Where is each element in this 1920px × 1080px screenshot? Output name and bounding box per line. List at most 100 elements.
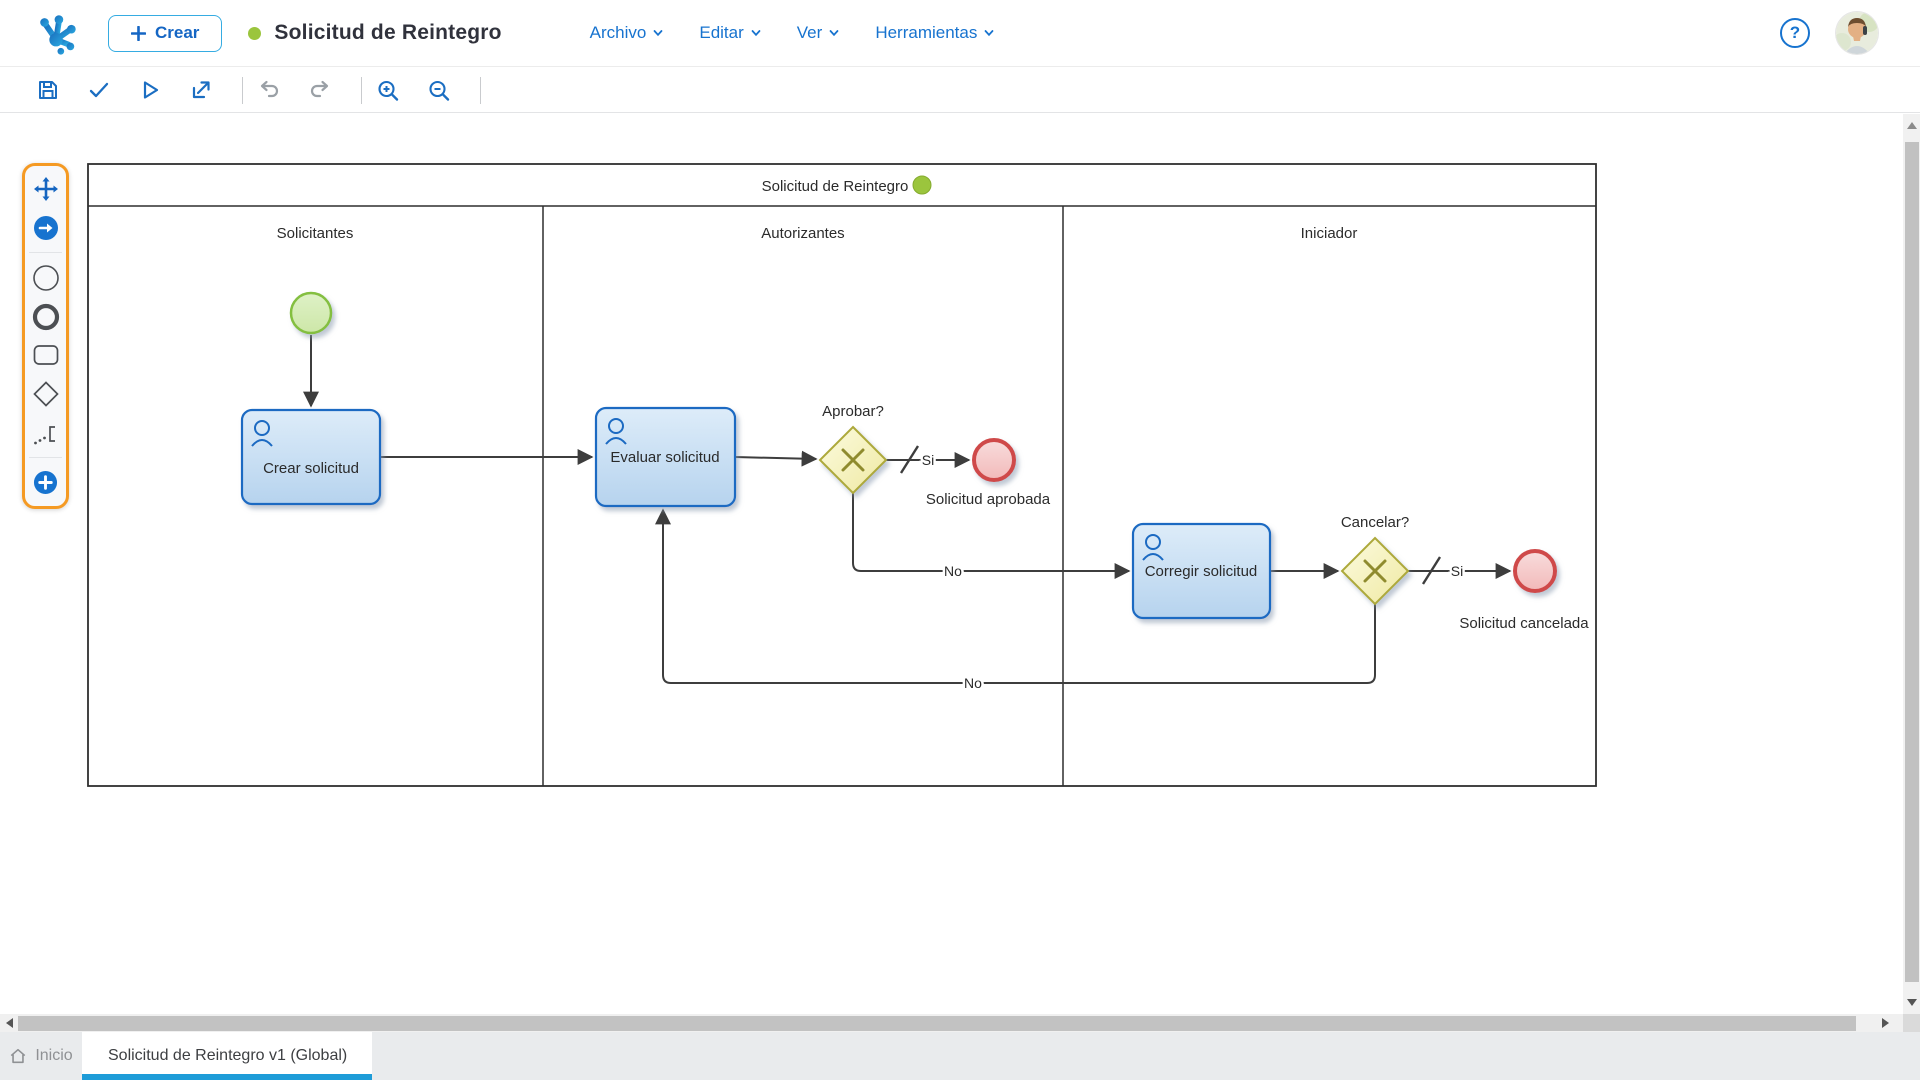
plus-icon <box>131 25 146 41</box>
menu-bar: Archivo Editar Ver Herramientas <box>590 23 995 43</box>
pool-status-dot <box>912 175 932 195</box>
end-event-cancelada-label: Solicitud cancelada <box>1459 615 1589 632</box>
play-icon <box>143 81 159 99</box>
zoom-in-button[interactable] <box>376 78 400 102</box>
scrollbar-corner <box>1903 1014 1920 1032</box>
gateway-cancelar[interactable] <box>1340 536 1410 606</box>
create-button-label: Crear <box>155 23 200 42</box>
gateway-icon <box>32 381 59 407</box>
scroll-down-arrow-icon[interactable] <box>1907 999 1917 1006</box>
task-label: Corregir solicitud <box>1145 563 1258 580</box>
vertical-scrollbar-thumb[interactable] <box>1904 142 1919 982</box>
save-button[interactable] <box>36 78 60 102</box>
gateway-cancelar-label: Cancelar? <box>1341 514 1409 531</box>
create-button[interactable]: Crear <box>108 14 223 52</box>
task-label: Evaluar solicitud <box>610 449 719 466</box>
plus-circle-icon <box>33 471 58 495</box>
flow-label-si: Si <box>922 452 934 468</box>
menu-herramientas[interactable]: Herramientas <box>875 23 994 43</box>
end-event-icon <box>32 303 59 330</box>
undo-button[interactable] <box>257 78 281 102</box>
help-button[interactable]: ? <box>1780 18 1810 48</box>
end-event-tool-button[interactable] <box>32 303 60 331</box>
move-icon <box>33 177 58 201</box>
save-icon <box>39 81 57 99</box>
flow-label-no: No <box>964 675 982 691</box>
redo-icon <box>310 80 329 98</box>
move-tool-button[interactable] <box>32 175 60 203</box>
document-tab-bar: Inicio Solicitud de Reintegro v1 (Global… <box>0 1032 1920 1080</box>
home-icon <box>11 1048 26 1064</box>
horizontal-scrollbar[interactable] <box>0 1014 1903 1032</box>
validate-button[interactable] <box>87 78 111 102</box>
check-icon <box>89 82 109 98</box>
task-crear-solicitud[interactable]: Crear solicitud <box>240 408 382 506</box>
lane-solicitantes-label: Solicitantes <box>277 225 354 242</box>
start-event-icon <box>32 265 59 291</box>
tab-solicitud-de-reintegro[interactable]: Solicitud de Reintegro v1 (Global) <box>82 1032 372 1080</box>
end-event-cancelada[interactable] <box>1513 549 1557 593</box>
gateway-aprobar[interactable] <box>818 425 888 495</box>
tab-inicio-label: Inicio <box>35 1047 73 1064</box>
user-avatar[interactable] <box>1836 12 1878 54</box>
active-tab-underline <box>82 1074 372 1080</box>
menu-ver[interactable]: Ver <box>797 23 840 43</box>
chevron-down-icon <box>829 30 839 37</box>
start-event[interactable] <box>289 291 333 335</box>
redo-button[interactable] <box>308 78 332 102</box>
menu-ver-label: Ver <box>796 23 823 42</box>
add-element-button[interactable] <box>32 469 60 497</box>
lane-autorizantes-label: Autorizantes <box>761 225 844 242</box>
gateway-tool-button[interactable] <box>32 380 60 408</box>
sequence-flow-icon <box>33 215 58 240</box>
start-event-tool-button[interactable] <box>32 264 60 292</box>
menu-editar-label: Editar <box>699 23 744 42</box>
menu-archivo-label: Archivo <box>589 23 647 42</box>
chevron-down-icon <box>984 30 994 37</box>
sequence-flows <box>303 335 1512 684</box>
process-status-dot <box>248 26 262 40</box>
pool-title: Solicitud de Reintegro <box>762 178 909 195</box>
flow-evaluar-to-aprobar[interactable] <box>734 450 818 467</box>
end-event-aprobada[interactable] <box>972 438 1016 482</box>
task-evaluar-solicitud[interactable]: Evaluar solicitud <box>594 406 737 508</box>
horizontal-scrollbar-thumb[interactable] <box>18 1015 1856 1031</box>
annotation-tool-button[interactable] <box>32 419 60 447</box>
menu-archivo[interactable]: Archivo <box>590 23 664 43</box>
process-title: Solicitud de Reintegro <box>274 21 502 44</box>
flow-label-si: Si <box>1451 563 1463 579</box>
tab-inicio[interactable]: Inicio <box>0 1032 82 1080</box>
palette-separator <box>29 252 62 254</box>
export-icon <box>192 81 210 99</box>
task-icon <box>33 345 58 366</box>
toolbar-separator <box>242 76 243 104</box>
palette-separator <box>29 457 62 459</box>
menu-herramientas-label: Herramientas <box>875 23 978 42</box>
task-tool-button[interactable] <box>32 341 60 369</box>
diagram-canvas[interactable]: Solicitud de Reintegro Solicitantes Auto… <box>0 114 1903 1014</box>
flow-label-no: No <box>944 563 962 579</box>
run-button[interactable] <box>138 78 162 102</box>
avatar-photo <box>1836 12 1878 54</box>
shape-palette <box>22 163 69 509</box>
vertical-scrollbar[interactable] <box>1903 114 1920 1014</box>
export-button[interactable] <box>189 78 213 102</box>
menu-editar[interactable]: Editar <box>699 23 761 43</box>
editor-toolbar <box>0 68 1920 113</box>
scroll-right-arrow-icon[interactable] <box>1882 1018 1889 1028</box>
task-label: Crear solicitud <box>263 460 359 477</box>
zoom-out-icon <box>429 80 450 101</box>
zoom-in-icon <box>378 80 399 101</box>
zoom-out-button[interactable] <box>427 78 451 102</box>
end-event-aprobada-label: Solicitud aprobada <box>926 491 1051 508</box>
sequence-flow-tool-button[interactable] <box>32 214 60 242</box>
toolbar-separator <box>480 76 481 104</box>
undo-icon <box>260 80 279 98</box>
chevron-down-icon <box>751 30 761 37</box>
task-corregir-solicitud[interactable]: Corregir solicitud <box>1131 522 1272 620</box>
bpmn-diagram: Solicitud de Reintegro Solicitantes Auto… <box>87 163 1597 787</box>
scroll-up-arrow-icon[interactable] <box>1907 122 1917 129</box>
app-header: Crear Solicitud de Reintegro Archivo Edi… <box>0 0 1920 67</box>
gateway-aprobar-label: Aprobar? <box>822 403 884 420</box>
scroll-left-arrow-icon[interactable] <box>6 1018 13 1028</box>
